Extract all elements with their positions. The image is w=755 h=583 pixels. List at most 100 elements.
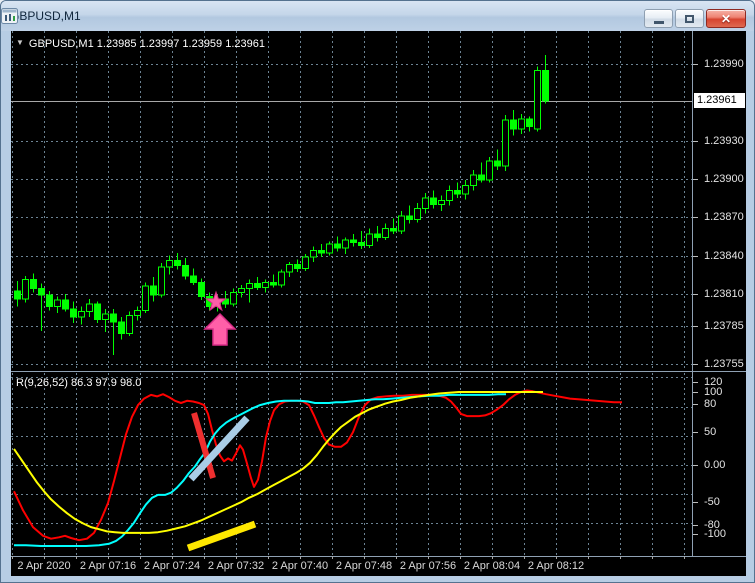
quote-line: ▼ GBPUSD,M1 1.23985 1.23997 1.23959 1.239… [16, 38, 265, 50]
candle-body[interactable] [542, 69, 549, 102]
candle-body[interactable] [230, 292, 237, 305]
candle-body[interactable] [422, 197, 429, 209]
time-axis-separator [11, 556, 746, 557]
candle-body[interactable] [310, 249, 317, 258]
time-axis-tick [652, 556, 653, 559]
candle-body[interactable] [38, 288, 45, 296]
indicator-axis-tick [693, 534, 698, 535]
panel-separator[interactable] [11, 371, 746, 372]
window-title: GBPUSD,M1 [10, 9, 81, 23]
candle-body[interactable] [366, 233, 373, 246]
candle-body[interactable] [374, 233, 381, 239]
candle-body[interactable] [174, 260, 181, 267]
close-icon: ✕ [720, 11, 732, 26]
chart-client-area: ▼ GBPUSD,M1 1.23985 1.23997 1.23959 1.239… [11, 31, 746, 576]
candle-body[interactable] [390, 228, 397, 232]
indicator-axis-tick [693, 404, 698, 405]
candle-body[interactable] [438, 200, 445, 205]
candle-body[interactable] [318, 249, 325, 254]
candle-body[interactable] [78, 311, 85, 318]
candle-body[interactable] [238, 288, 245, 294]
time-axis-tick [396, 556, 397, 559]
candle-body[interactable] [502, 119, 509, 167]
candle-body[interactable] [334, 243, 341, 249]
candle-body[interactable] [54, 299, 61, 308]
close-button[interactable]: ✕ [706, 9, 746, 28]
candle-body[interactable] [270, 281, 277, 286]
candle-body[interactable] [398, 215, 405, 232]
candle-body[interactable] [526, 118, 533, 128]
candle-body[interactable] [510, 119, 517, 130]
candle-body[interactable] [254, 283, 261, 288]
candle-body[interactable] [382, 228, 389, 239]
candle-body[interactable] [126, 314, 133, 334]
candle-body[interactable] [190, 275, 197, 283]
price-axis-tick [693, 326, 698, 327]
main-chart-canvas[interactable] [11, 31, 692, 371]
candle-body[interactable] [358, 242, 365, 246]
candle-body[interactable] [326, 243, 333, 254]
time-axis[interactable]: 2 Apr 2020 2 Apr 07:16 2 Apr 07:24 2 Apr 07… [11, 556, 746, 574]
candle-body[interactable] [46, 294, 53, 308]
minimize-button[interactable] [644, 9, 673, 28]
candle-body[interactable] [166, 260, 173, 268]
price-axis[interactable]: 1.23990 1.23930 1.23900 1.23870 1.23840 1.238… [693, 31, 746, 556]
price-axis-tick [693, 364, 698, 365]
indicator-axis-tick [693, 525, 698, 526]
candle-body[interactable] [518, 118, 525, 130]
buy-arrow-marker[interactable] [203, 312, 237, 346]
candle-body[interactable] [70, 308, 77, 318]
time-axis-tick [684, 556, 685, 559]
candle-body[interactable] [14, 290, 21, 300]
candle-body[interactable] [118, 321, 125, 334]
candle-body[interactable] [134, 309, 141, 316]
candle-body[interactable] [486, 160, 493, 181]
candle-body[interactable] [406, 215, 413, 221]
candle-body[interactable] [430, 197, 437, 205]
indicator-axis-label: -100 [704, 528, 727, 540]
restore-button[interactable] [675, 9, 704, 28]
time-axis-tick [556, 556, 557, 559]
candle-body[interactable] [246, 283, 253, 290]
candle-body[interactable] [294, 263, 301, 269]
candle-body[interactable] [110, 313, 117, 323]
time-axis-tick [140, 556, 141, 559]
candle-body[interactable] [86, 303, 93, 313]
candle-body[interactable] [446, 189, 453, 202]
indicator-axis-label: 100 [704, 386, 723, 398]
candle-body[interactable] [262, 281, 269, 288]
indicator-axis-label: -50 [704, 496, 720, 508]
candle-body[interactable] [470, 174, 477, 186]
candle-body[interactable] [414, 207, 421, 221]
candle-body[interactable] [182, 265, 189, 277]
candle-body[interactable] [94, 303, 101, 320]
time-axis-tick [108, 556, 109, 559]
candle-body[interactable] [150, 285, 157, 296]
candle-body[interactable] [102, 313, 109, 320]
candle-body[interactable] [22, 279, 29, 300]
candle-body[interactable] [462, 184, 469, 195]
indicator-canvas[interactable] [11, 373, 692, 556]
time-axis-tick [428, 556, 429, 559]
candle-body[interactable] [278, 271, 285, 286]
trendline-yellow[interactable] [186, 520, 257, 552]
collapse-arrow-icon[interactable]: ▼ [16, 38, 24, 47]
candle-body[interactable] [158, 266, 165, 296]
candle-body[interactable] [342, 239, 349, 249]
candle-body[interactable] [30, 279, 37, 290]
candle-body[interactable] [350, 239, 357, 244]
indicator-line-yellow[interactable] [13, 391, 543, 534]
candle-body[interactable] [494, 160, 501, 167]
time-axis-tick [236, 556, 237, 559]
time-axis-tick [268, 556, 269, 559]
candle-body[interactable] [302, 256, 309, 269]
candle-body[interactable] [534, 69, 541, 130]
candle-body[interactable] [478, 174, 485, 181]
price-axis-tick [693, 179, 698, 180]
candle-body[interactable] [454, 189, 461, 195]
candle-body[interactable] [198, 281, 205, 297]
candle-body[interactable] [142, 285, 149, 311]
candle-body[interactable] [62, 299, 69, 310]
title-bar[interactable]: GBPUSD,M1 ✕ [1, 1, 754, 31]
candle-body[interactable] [286, 263, 293, 273]
